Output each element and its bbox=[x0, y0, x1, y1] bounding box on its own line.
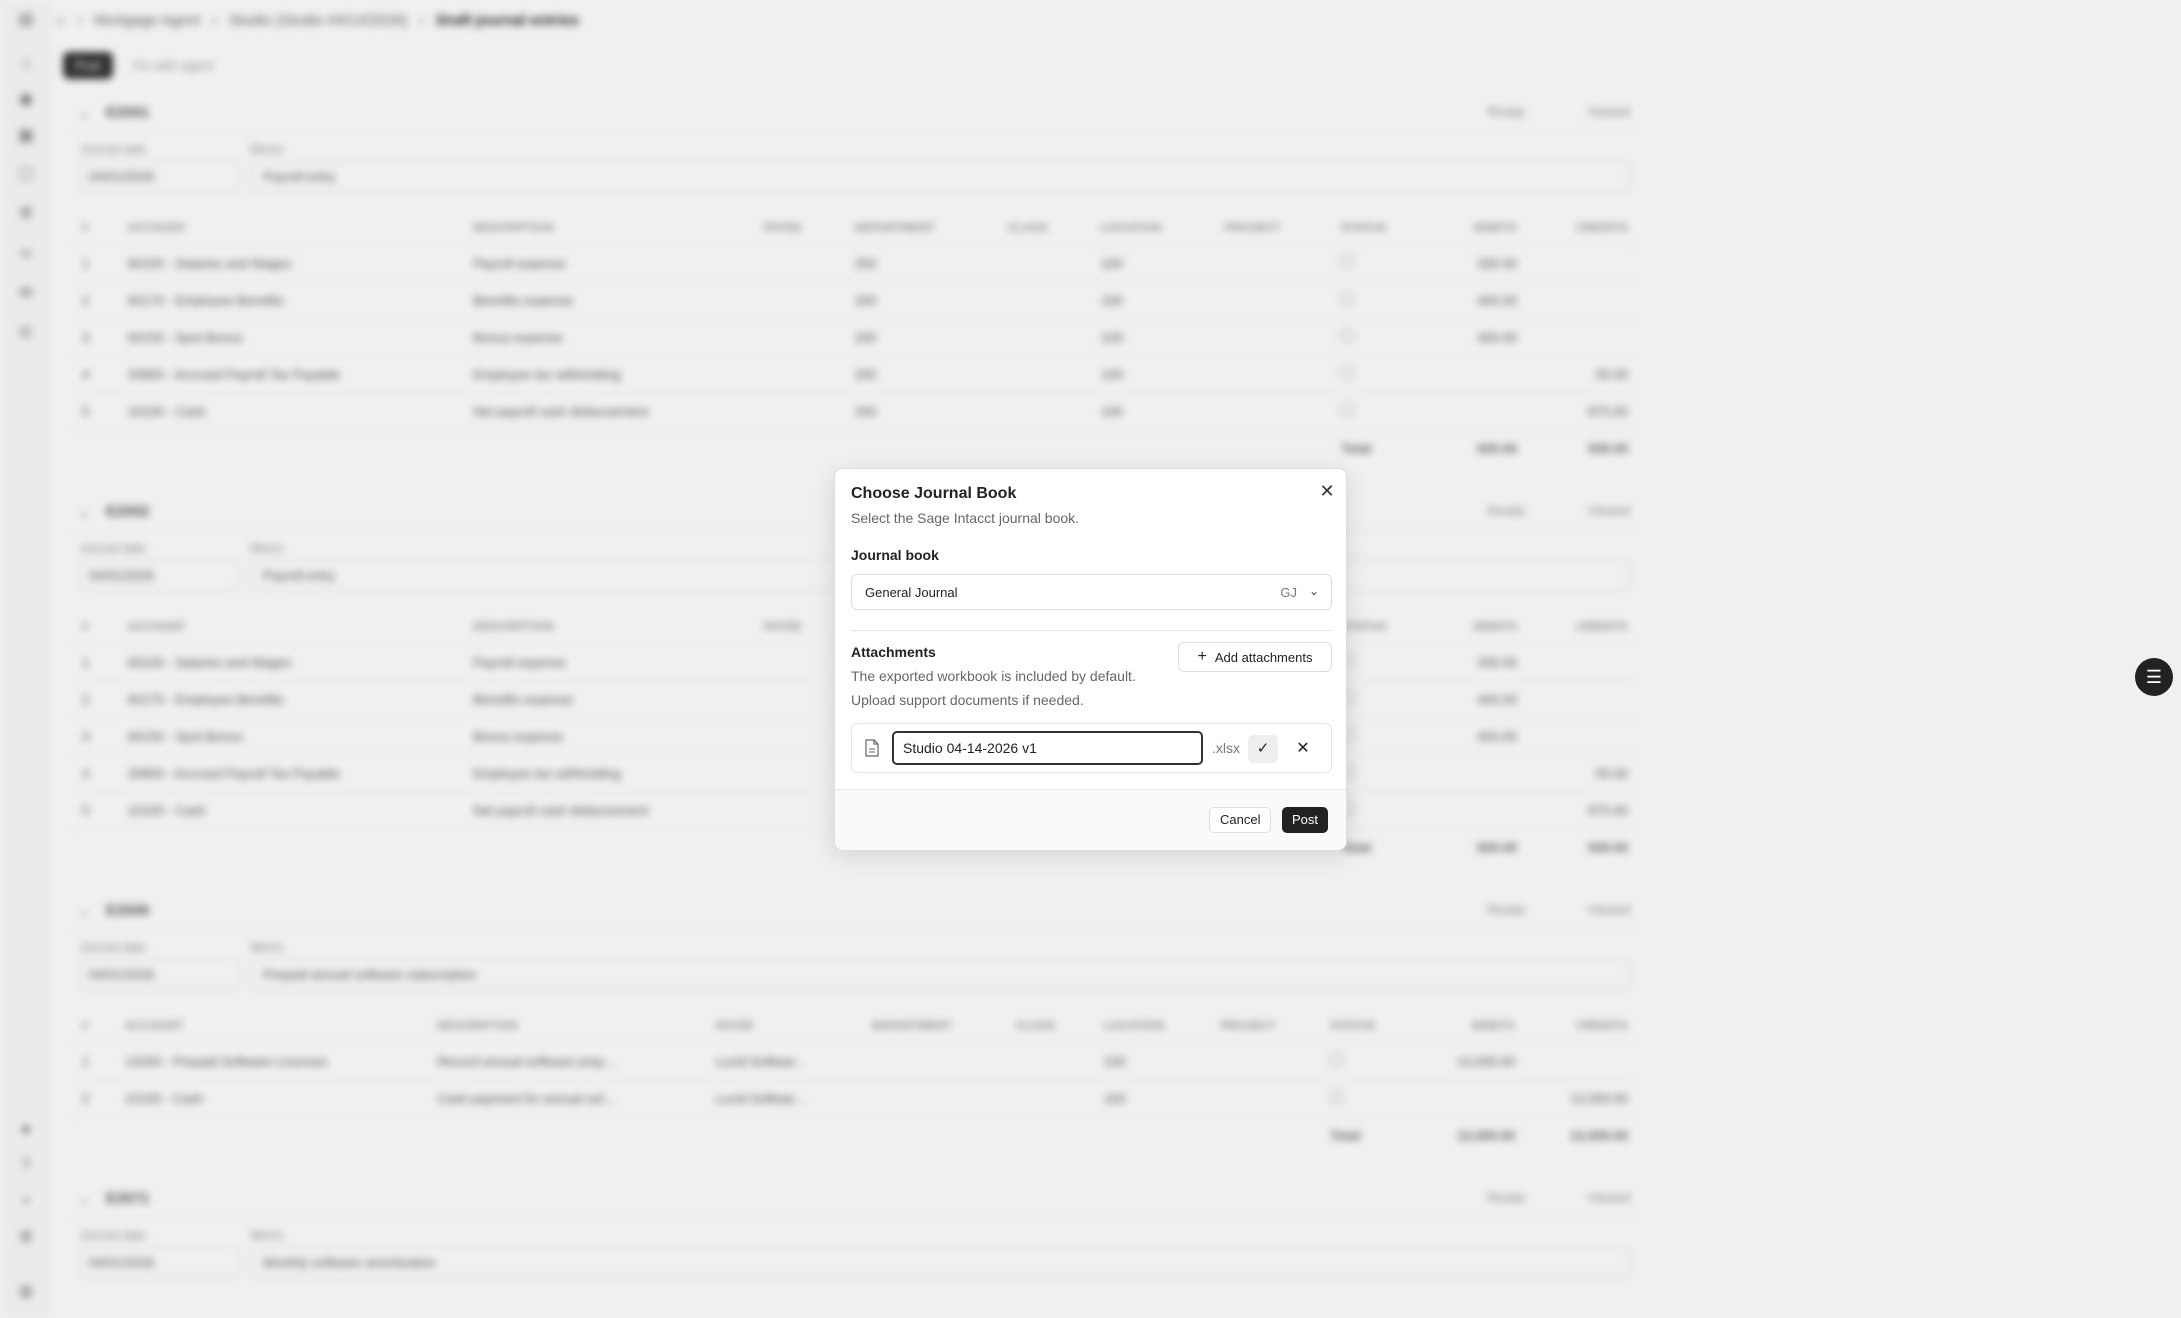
file-icon bbox=[865, 739, 879, 757]
plus-icon: + bbox=[1197, 648, 1207, 665]
check-icon: ✓ bbox=[1256, 740, 1270, 757]
confirm-rename-button[interactable]: ✓ bbox=[1248, 735, 1278, 763]
close-icon: ✕ bbox=[1296, 740, 1310, 757]
journal-book-label: Journal book bbox=[851, 547, 939, 563]
add-attachments-button[interactable]: + Add attachments bbox=[1178, 642, 1332, 672]
post-button[interactable]: Post bbox=[1282, 807, 1329, 833]
cancel-button[interactable]: Cancel bbox=[1209, 807, 1272, 833]
choose-journal-book-dialog: Choose Journal Book Select the Sage Inta… bbox=[834, 468, 1347, 850]
file-name-input[interactable] bbox=[892, 731, 1203, 765]
attachments-help-text: The exported workbook is included by def… bbox=[851, 668, 1136, 684]
file-extension: .xlsx bbox=[1212, 740, 1240, 756]
close-icon[interactable]: ✕ bbox=[1317, 481, 1337, 501]
add-attachments-label: Add attachments bbox=[1214, 649, 1313, 665]
attachment-row: .xlsx ✓ ✕ bbox=[851, 723, 1332, 773]
dialog-title: Choose Journal Book bbox=[851, 485, 1017, 502]
journal-book-code: GJ bbox=[1280, 585, 1297, 600]
chevron-down-icon: ⌄ bbox=[1308, 584, 1319, 598]
dialog-subtitle: Select the Sage Intacct journal book. bbox=[851, 510, 1080, 526]
journal-book-select[interactable]: General Journal GJ ⌄ bbox=[851, 574, 1332, 610]
divider bbox=[851, 630, 1332, 631]
attachments-help-text: Upload support documents if needed. bbox=[851, 692, 1084, 708]
cancel-rename-button[interactable]: ✕ bbox=[1288, 735, 1318, 763]
agent-chat-button[interactable]: ☰ bbox=[2135, 658, 2173, 696]
dialog-footer: Cancel Post bbox=[835, 789, 1346, 850]
attachments-label: Attachments bbox=[851, 644, 936, 660]
journal-book-value: General Journal bbox=[865, 585, 958, 600]
